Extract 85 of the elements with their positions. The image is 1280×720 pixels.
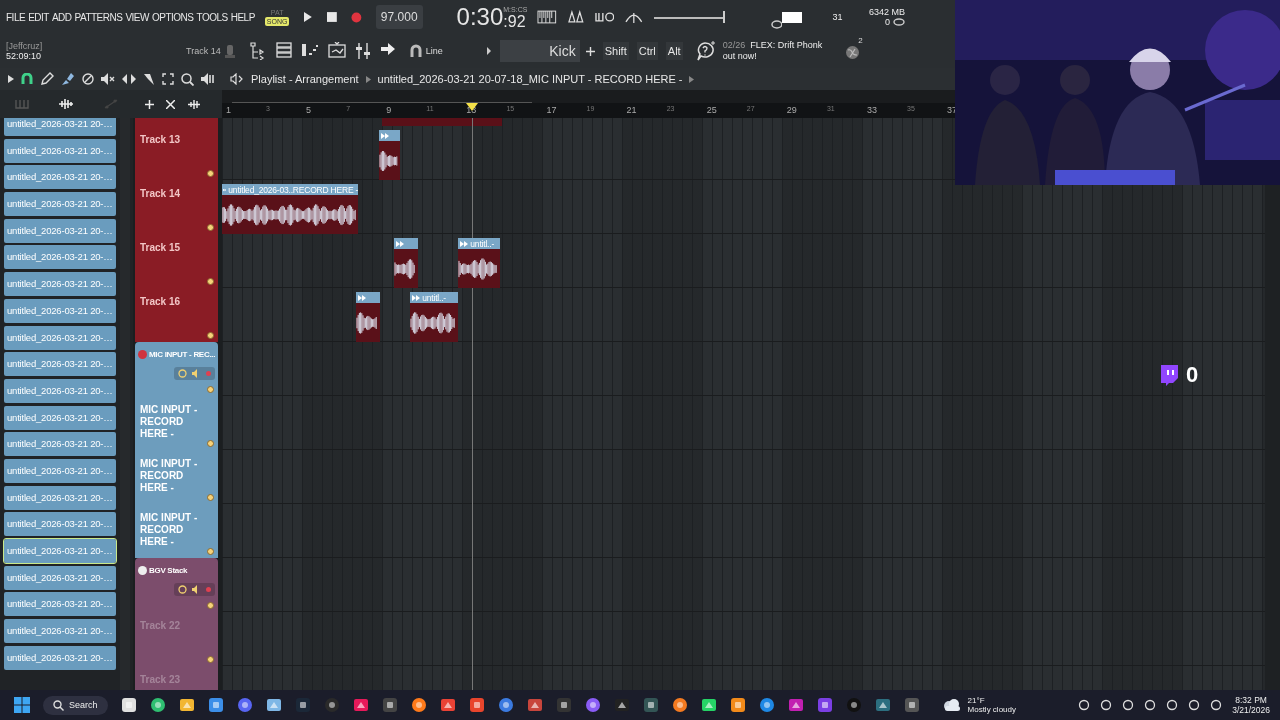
session-time: 52:09:10 (6, 51, 43, 61)
modifier-key[interactable]: Alt (665, 42, 683, 60)
clip-list-item[interactable]: untitled_2026-03-21 20-… (4, 512, 116, 537)
clip-list-item[interactable]: untitled_2026-03-21 20-… (4, 619, 116, 644)
cpu-value: 31 (832, 11, 843, 22)
clip-list-item[interactable]: untitled_2026-03-21 20-… (4, 458, 116, 483)
track-name[interactable]: MIC INPUT - RECORD HERE - (140, 512, 212, 548)
clock-time[interactable]: 8:32 PM (1235, 695, 1267, 705)
pattern-selector[interactable]: Kick (499, 40, 580, 62)
clip-list-item[interactable]: untitled_2026-03-21 20-… (4, 245, 116, 270)
track-name[interactable]: Track 14 (140, 188, 212, 200)
tempo-display[interactable]: 97.000 (375, 5, 423, 29)
menu-item[interactable]: FILE (6, 11, 26, 23)
bar-number: 1 (226, 105, 231, 115)
bar-number: 25 (706, 105, 717, 115)
track-name[interactable]: MIC INPUT - REC... (149, 350, 216, 359)
modifier-key[interactable]: Ctrl (636, 42, 658, 60)
user-name: [Jeffcruz] (6, 41, 44, 51)
track-header[interactable]: MIC INPUT - RECORD HERE - (135, 450, 218, 504)
menu-item[interactable]: TOOLS (196, 11, 228, 23)
track-header[interactable]: MIC INPUT - RECORD HERE - (135, 504, 218, 558)
news-message[interactable]: 02/26 FLEX: Drift Phonk out now! (722, 40, 833, 62)
clip-label: untitled_2026-03..RECORD HERE - (228, 184, 359, 195)
notification-count: 2 (858, 35, 863, 45)
bar-number: 21 (626, 105, 637, 115)
menu-item[interactable]: PATTERNS (74, 11, 123, 23)
track-name[interactable]: MIC INPUT - RECORD HERE - (140, 458, 212, 494)
menu-item[interactable]: ADD (51, 11, 72, 23)
bar-number: 33 (866, 105, 877, 115)
time-display: 0:30 (456, 3, 504, 31)
current-track-label: Track 14 (186, 46, 221, 56)
track-name[interactable]: MIC INPUT - RECORD HERE - (140, 404, 212, 440)
clip-list-item[interactable]: untitled_2026-03-21 20-… (4, 272, 116, 297)
weather-condition: Mostly cloudy (967, 705, 1016, 714)
clip-list-item[interactable]: untitled_2026-03-21 20-… (4, 405, 116, 430)
clip-list-item[interactable]: untitled_2026-03-21 20-… (4, 218, 116, 243)
menu-item[interactable]: EDIT (28, 11, 49, 23)
group-track-header[interactable]: BGV Stack (135, 558, 218, 612)
audio-clip[interactable]: untitled_2026-03..RECORD HERE - (222, 184, 359, 234)
bar-number: 9 (386, 105, 392, 115)
snap-dropdown[interactable]: Line (425, 46, 484, 56)
clip-label: untitl..- (422, 292, 446, 303)
clip-list-item[interactable]: untitled_2026-03-21 20-… (4, 165, 116, 190)
clock-date[interactable]: 3/21/2026 (1232, 705, 1270, 715)
clip-list-item[interactable]: untitled_2026-03-21 20-… (4, 565, 116, 590)
track-header[interactable]: Track 16 (135, 288, 218, 342)
search-field[interactable]: Search (43, 695, 108, 715)
track-name[interactable]: Track 13 (140, 134, 212, 146)
clip-list-item[interactable]: untitled_2026-03-21 20-… (4, 352, 116, 377)
bar-number: 29 (786, 105, 797, 115)
track-header[interactable]: MIC INPUT - RECORD HERE - (135, 396, 218, 450)
time-centiseconds: :92 (503, 13, 527, 31)
track-header[interactable]: Track 15 (135, 234, 218, 288)
audio-clip[interactable]: untitl..- (410, 292, 459, 342)
menu-item[interactable]: VIEW (125, 11, 149, 23)
clip-list-item[interactable]: untitled_2026-03-21 20-… (4, 485, 116, 510)
track-name[interactable]: Track 15 (140, 242, 212, 254)
track-header[interactable]: Track 13 (135, 126, 218, 180)
modifier-key[interactable]: Shift (602, 42, 629, 60)
clip-list-item[interactable]: untitled_2026-03-21 20-… (4, 192, 116, 217)
weather-temperature: 21°F (967, 696, 986, 705)
clip-list-item[interactable]: untitled_2026-03-21 20-… (4, 592, 116, 617)
menu-item[interactable]: HELP (230, 11, 255, 23)
clip-label: untitl..- (470, 238, 495, 249)
group-track-header[interactable]: MIC INPUT - REC... (135, 342, 218, 396)
track-header[interactable]: Track 14 (135, 180, 218, 234)
audio-clip[interactable]: untitl..- (458, 238, 501, 288)
polyphony-value: 0 (885, 17, 890, 27)
clip-list-item[interactable]: untitled_2026-03-21 20-… (4, 325, 116, 350)
bar-number: 5 (306, 105, 312, 115)
memory-value: 6342 MB (868, 7, 905, 17)
playlist-title: Playlist - Arrangement (251, 73, 359, 85)
clip-list-item[interactable]: untitled_2026-03-21 20-… (4, 138, 116, 163)
clip-list-item[interactable]: untitled_2026-03-21 20-… (4, 432, 116, 457)
clip-list-item[interactable]: untitled_2026-03-21 20-… (4, 378, 116, 403)
clip-list-item[interactable]: untitled_2026-03-21 20-… (4, 298, 116, 323)
clip-list-item[interactable]: untitled_2026-03-21 20-… (4, 645, 116, 670)
track-name[interactable]: Track 16 (140, 296, 212, 308)
clip-list-item[interactable]: untitled_2026-03-21 20-… (4, 539, 116, 563)
menu-item[interactable]: OPTIONS (151, 11, 194, 23)
track-name[interactable]: BGV Stack (149, 566, 188, 575)
bar-number: 17 (546, 105, 557, 115)
clip-list-item[interactable]: untitled_2026-03-21 20-… (4, 118, 116, 136)
viewer-number: 0 (1186, 362, 1199, 388)
playlist-path: untitled_2026-03-21 20-07-18_MIC INPUT - RECORD HERE - (377, 73, 683, 85)
